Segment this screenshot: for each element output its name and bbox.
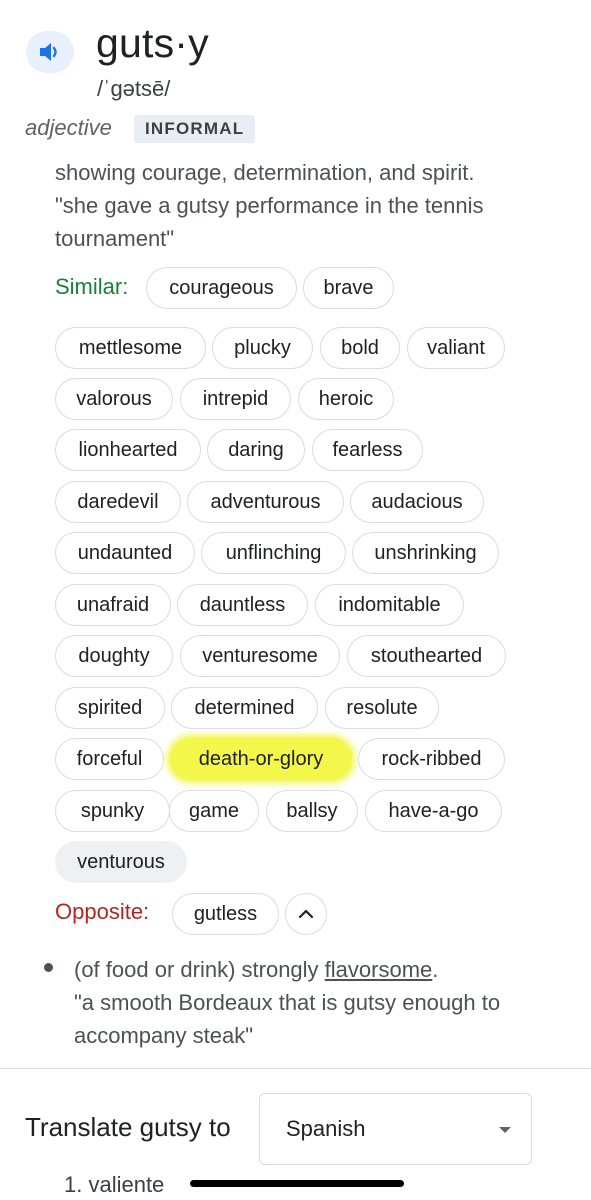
similar-word-chip[interactable]: mettlesome	[55, 327, 206, 369]
similar-word-chip[interactable]: game	[169, 790, 259, 832]
collapse-synonyms-button[interactable]	[285, 893, 327, 935]
similar-word-chip[interactable]: undaunted	[55, 532, 195, 574]
similar-word-chip[interactable]: have-a-go	[365, 790, 502, 832]
similar-word-chip[interactable]: courageous	[146, 267, 297, 309]
section-divider	[0, 1068, 591, 1069]
similar-word-chip[interactable]: lionhearted	[55, 429, 201, 471]
definition-prefix: (of food or drink) strongly	[74, 957, 325, 982]
similar-word-chip[interactable]: heroic	[298, 378, 394, 420]
language-value: Spanish	[286, 1116, 366, 1141]
similar-word-chip[interactable]: resolute	[325, 687, 439, 729]
translate-label: Translate gutsy to	[25, 1112, 231, 1142]
similar-word-chip[interactable]: unafraid	[55, 584, 171, 626]
language-select[interactable]: Spanish	[259, 1093, 532, 1165]
similar-word-chip[interactable]: brave	[303, 267, 394, 309]
similar-word-chip[interactable]: dauntless	[177, 584, 308, 626]
similar-word-chip[interactable]: valorous	[55, 378, 173, 420]
similar-word-chip[interactable]: intrepid	[180, 378, 291, 420]
similar-word-chip[interactable]: daredevil	[55, 481, 181, 523]
register-badge: INFORMAL	[134, 115, 256, 143]
example-text: "she gave a gutsy performance in the ten…	[55, 193, 484, 251]
similar-word-chip[interactable]: rock-ribbed	[358, 738, 505, 780]
chevron-up-icon	[298, 909, 314, 919]
similar-word-chip[interactable]: daring	[207, 429, 305, 471]
opposite-word-chip[interactable]: gutless	[172, 893, 279, 935]
pronunciation-speaker-button[interactable]	[26, 31, 74, 73]
definition-text-2: (of food or drink) strongly flavorsome.	[74, 953, 564, 986]
sense-1: showing courage, determination, and spir…	[55, 156, 570, 255]
similar-word-chip[interactable]: determined	[171, 687, 318, 729]
home-indicator[interactable]	[190, 1180, 404, 1187]
opposite-label: Opposite:	[55, 899, 150, 924]
similar-word-chip[interactable]: ballsy	[266, 790, 358, 832]
part-of-speech: adjective	[25, 115, 112, 140]
similar-word-chip[interactable]: venturous	[55, 841, 187, 883]
similar-word-chip[interactable]: venturesome	[180, 635, 340, 677]
similar-word-chip[interactable]: unshrinking	[352, 532, 499, 574]
similar-word-chip[interactable]: spunky	[55, 790, 170, 832]
similar-word-chip[interactable]: bold	[320, 327, 400, 369]
list-bullet	[44, 963, 53, 972]
similar-word-chip[interactable]: death-or-glory	[170, 738, 352, 780]
pronunciation: /ˈɡətsē/	[97, 76, 171, 101]
dropdown-caret-icon	[499, 1127, 511, 1133]
sense-2: (of food or drink) strongly flavorsome. …	[74, 953, 564, 1052]
similar-label: Similar:	[55, 274, 129, 299]
similar-word-chip[interactable]: plucky	[212, 327, 313, 369]
similar-word-chip[interactable]: forceful	[55, 738, 164, 780]
example-text-2: "a smooth Bordeaux that is gutsy enough …	[74, 990, 501, 1048]
similar-word-chip[interactable]: fearless	[312, 429, 423, 471]
similar-word-chip[interactable]: audacious	[350, 481, 484, 523]
flavorsome-link[interactable]: flavorsome	[325, 957, 433, 982]
headword: guts·y	[96, 20, 209, 66]
similar-word-chip[interactable]: spirited	[55, 687, 165, 729]
similar-word-chip[interactable]: adventurous	[187, 481, 344, 523]
similar-word-chip[interactable]: unflinching	[201, 532, 346, 574]
similar-word-chip[interactable]: valiant	[407, 327, 505, 369]
similar-word-chip[interactable]: doughty	[55, 635, 173, 677]
speaker-icon	[38, 41, 62, 63]
translation-result: 1. valiente	[64, 1172, 165, 1197]
definition-text: showing courage, determination, and spir…	[55, 160, 475, 185]
similar-word-chip[interactable]: indomitable	[315, 584, 464, 626]
similar-word-chip[interactable]: stouthearted	[347, 635, 506, 677]
definition-suffix: .	[432, 957, 439, 982]
